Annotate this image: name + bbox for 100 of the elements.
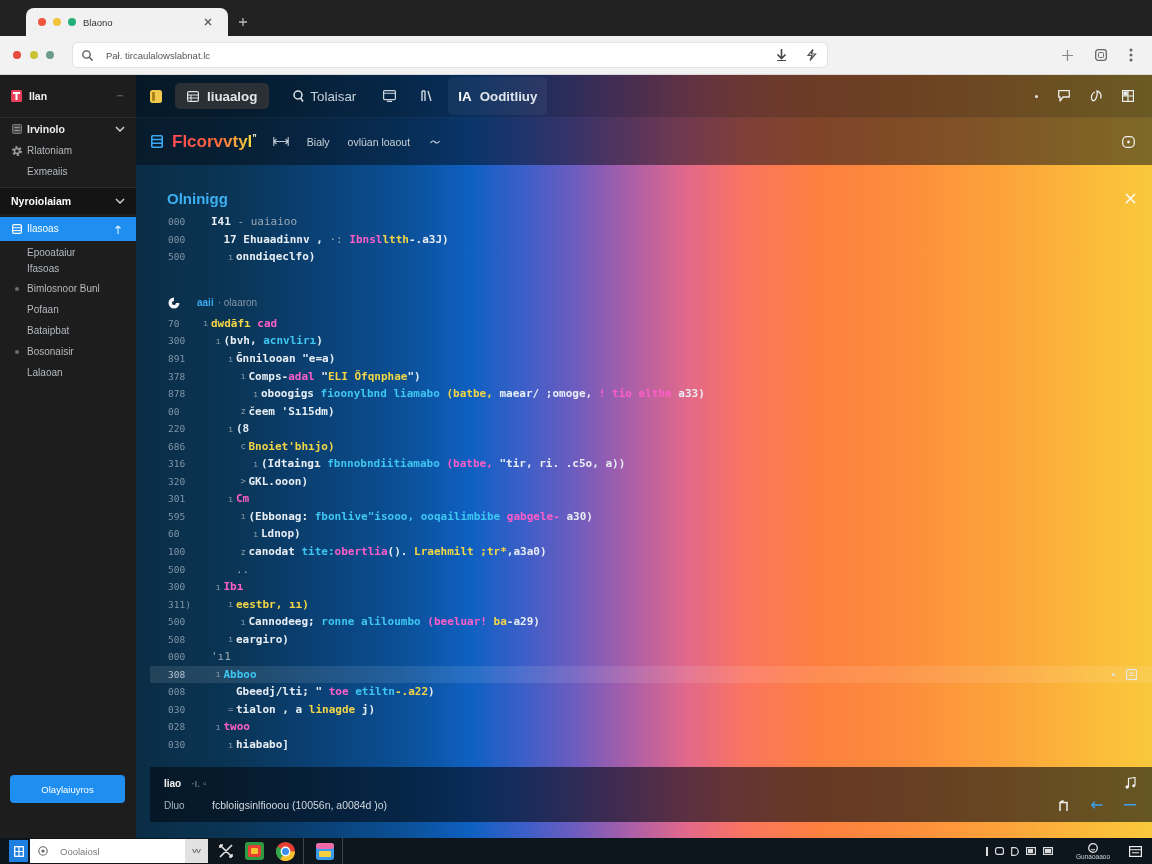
output-label: Dluo [164,799,186,811]
line-number: 308 [168,668,187,680]
sidebar-item[interactable]: Bataipbat [0,320,136,341]
music-note-icon[interactable] [1125,777,1136,789]
indent-marker: c [240,441,247,452]
swirl-icon[interactable] [1090,90,1102,102]
line-number: 320 [168,475,187,487]
address-field[interactable]: Pał. tircaulalowslabnat.lc [72,42,828,68]
line-number: 686 [168,440,187,452]
code-text: onndiqeclfo) [236,250,316,264]
square-icon [12,124,22,134]
code-text: eargiro) [236,632,289,646]
chevron-icon[interactable] [115,126,125,132]
line-number: 500 [168,616,187,628]
sidebar-item[interactable]: Bosonaisir [0,341,136,362]
code-text: (Idtaingı fbnnobndiitiamabo (batbe, "tir, ri. .c5o, a)) [261,457,626,471]
line-number: 316 [168,458,187,470]
code-text: eestbr, ıı) [236,597,309,611]
arrow-icon[interactable] [1091,801,1103,809]
code-text: (8 [236,422,250,436]
line-number: 500 [168,251,187,263]
document-title: Flcorvvtyl$^{”}$ [172,131,257,152]
resize-icon[interactable] [272,137,289,146]
indent-marker: = [228,704,235,715]
group-header[interactable]: Irvinolo [0,118,136,140]
list-icon[interactable] [151,135,163,148]
chevron-icon[interactable] [115,198,125,204]
download-icon[interactable] [776,49,787,61]
indent-marker: ı [228,739,235,750]
toolbar-link[interactable]: ovlüan loaout [347,135,411,148]
line-number: 030 [168,703,187,715]
indent-marker: ı [215,722,222,732]
table-icon [187,90,199,102]
code-text: Bnoiet'bhıjo) [248,439,335,453]
indent-marker: ı [228,599,235,610]
code-text: čeem 'Sı15dm) [248,404,335,418]
group-header[interactable]: Nyroiolaiam [0,188,136,214]
rectangle-icon[interactable] [1026,847,1036,855]
rounded-square-icon[interactable] [995,847,1004,855]
block-tag: aaii [197,297,214,309]
sticky-note-icon[interactable] [150,89,162,103]
plus-icon[interactable] [239,18,247,26]
sidebar-item[interactable]: Lalaoan [0,362,136,383]
start-button[interactable] [9,840,28,862]
books-icon[interactable] [421,90,433,102]
tabs-icon[interactable] [1095,49,1107,61]
line-number: 030 [168,739,187,751]
bullet-icon [15,349,19,354]
search-field[interactable]: Ooolaiosl [54,839,185,863]
monitor-icon[interactable] [383,90,397,102]
arch-icon[interactable] [1059,799,1070,811]
toolbar-link[interactable]: Bialy [306,135,330,148]
sidebar-item[interactable]: Exmeaiis [0,161,136,182]
window-controls-icon[interactable] [13,51,54,59]
code-text: tialon , a linagde j) [236,702,376,716]
dot-icon[interactable] [1112,672,1115,676]
toolbar-tab[interactable]: Tolaisar [287,83,363,109]
sidebar-item[interactable]: Bimlosnoor Bunl [0,278,136,299]
sidebar-item[interactable]: Pofaan [0,299,136,320]
indent-marker: ı [240,511,247,522]
table-icon [12,224,22,234]
code-text: I41 - uaiaioo [211,215,298,229]
code-text: canodat tite:obertlia(). Lraehmilt ;tr*,a3a0) [248,545,547,558]
line-number: 60 [168,528,181,540]
smiley-icon[interactable] [1088,842,1098,853]
arrow-up-icon[interactable] [115,224,121,234]
wave-icon[interactable] [430,139,441,144]
sidebar-item[interactable]: Epooataiur Ifasoas [0,241,136,278]
code-text: Ğnnilooan "e=a) [236,352,336,365]
speech-bubble-icon[interactable] [1058,90,1070,102]
browser-tab[interactable]: Blaono [26,8,228,36]
item-detail: Ifasoas [27,262,61,276]
line-number: 008 [168,686,187,698]
close-icon[interactable] [204,18,212,26]
globe-icon[interactable] [276,841,295,861]
gallery-icon[interactable] [316,842,334,860]
code-text: (bvh, acnvlirı) [223,334,323,348]
window-controls-icon[interactable] [38,18,76,26]
more-icon[interactable] [1129,48,1133,62]
code-text: twoo [223,720,250,734]
line-number: 300 [168,335,187,347]
pie-icon[interactable] [168,296,180,309]
line-number: 028 [168,721,187,733]
search-options-button[interactable] [185,839,208,863]
plus-icon[interactable] [1062,49,1073,61]
indent-marker: ı [253,388,260,399]
line-number: 311) [168,598,192,610]
dot-icon[interactable] [1035,94,1038,98]
grid-icon[interactable] [1122,90,1134,102]
toolbar-tab[interactable]: Iiuaalog [175,83,270,109]
toolbar-tab[interactable]: IA Ooditliuy [448,77,548,115]
sidebar-item[interactable]: Rlatoniam [0,140,136,161]
bolt-icon[interactable] [806,49,817,61]
crossed-tools-icon[interactable] [219,844,233,858]
indent-marker: z [240,546,247,557]
panel-icon[interactable] [1129,845,1142,857]
app-tile-icon[interactable] [245,842,264,860]
chevrons-icon [192,848,201,854]
rectangle-icon[interactable] [1043,847,1053,855]
line-number: 00 [168,405,181,417]
